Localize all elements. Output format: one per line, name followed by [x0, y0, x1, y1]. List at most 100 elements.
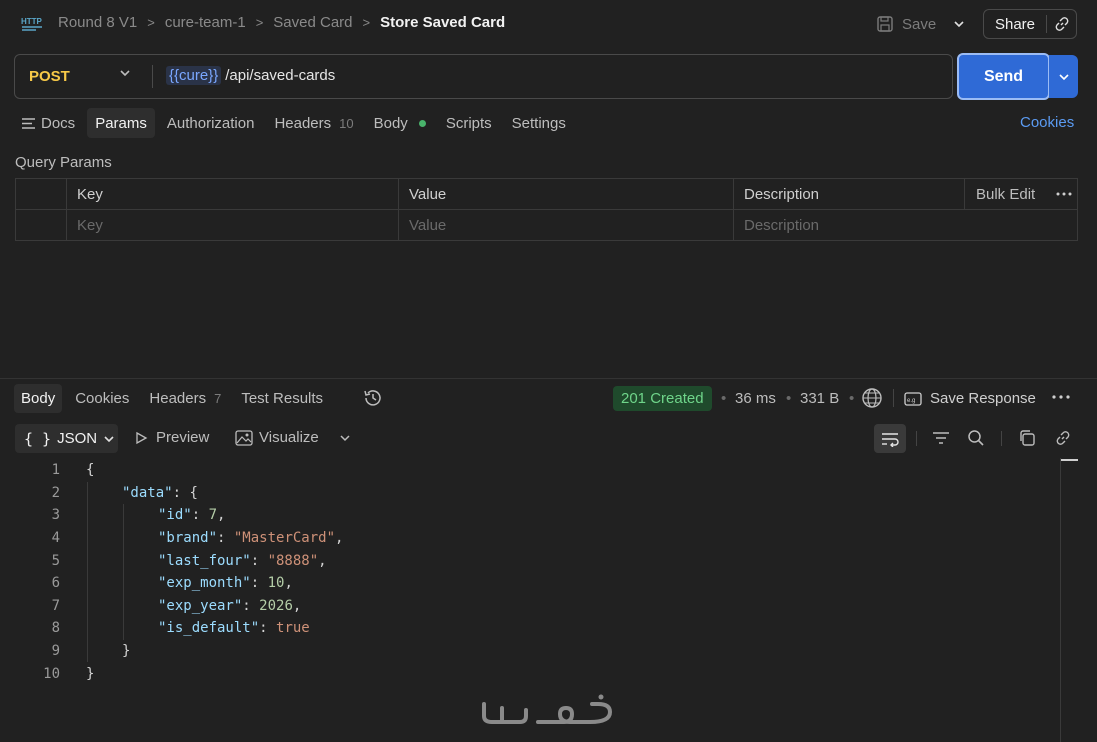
save-response-icon: e.g: [904, 391, 922, 407]
tab-authorization[interactable]: Authorization: [159, 108, 263, 138]
line-number: 7: [51, 597, 60, 614]
response-tabs: Body Cookies Headers 7 Test Results: [14, 384, 336, 413]
top-bar: HTTP Round 8 V1 > cure-team-1 > Saved Ca…: [0, 0, 1097, 48]
share-label: Share: [994, 15, 1036, 33]
send-button[interactable]: Send: [957, 53, 1050, 100]
tab-label: Headers: [149, 390, 207, 407]
more-options-icon[interactable]: [1052, 388, 1070, 406]
code-content: }: [86, 665, 95, 682]
tab-scripts[interactable]: Scripts: [438, 108, 500, 138]
save-options-button[interactable]: [948, 12, 970, 36]
line-number: 6: [51, 575, 60, 592]
scrollbar-thumb[interactable]: [1061, 459, 1078, 461]
code-content: "is_default": true: [158, 620, 310, 637]
visualize-label: Visualize: [259, 429, 319, 446]
column-header-key: Key: [66, 179, 399, 210]
request-title[interactable]: Store Saved Card: [380, 14, 505, 31]
search-icon[interactable]: [965, 427, 987, 449]
status-badge[interactable]: 201 Created: [613, 386, 712, 411]
globe-icon[interactable]: [861, 387, 883, 409]
code-content: "exp_year": 2026,: [158, 597, 302, 614]
code-content: "exp_month": 10,: [158, 575, 293, 592]
send-options-button[interactable]: [1049, 55, 1078, 98]
tab-label: Cookies: [75, 390, 130, 407]
code-content: "brand": "MasterCard",: [158, 530, 344, 547]
divider: [1001, 431, 1002, 446]
svg-text:HTTP: HTTP: [21, 17, 43, 26]
value-input[interactable]: Value: [398, 210, 733, 241]
tab-label: Body: [21, 390, 56, 407]
body-indicator-dot: [418, 119, 426, 127]
tab-settings[interactable]: Settings: [504, 108, 574, 138]
chevron-down-icon: [104, 435, 114, 442]
tab-label: Test Results: [241, 390, 324, 407]
table-header-row: Key Value Description Bulk Edit: [16, 179, 1077, 210]
chevron-down-icon: [954, 21, 964, 28]
chevron-right-icon: >: [255, 15, 264, 30]
copy-link-icon[interactable]: [1047, 16, 1076, 32]
http-request-icon: HTTP: [20, 12, 44, 34]
tab-params[interactable]: Params: [87, 108, 155, 138]
more-options-icon[interactable]: [1056, 186, 1072, 202]
tab-docs[interactable]: Docs: [14, 108, 83, 138]
method-select[interactable]: POST: [29, 68, 70, 85]
headers-count: 7: [214, 391, 222, 406]
url-variable[interactable]: {{cure}}: [166, 66, 222, 85]
line-number: 9: [51, 643, 60, 660]
svg-text:e.g: e.g: [907, 398, 915, 404]
preview-label: Preview: [156, 429, 210, 446]
tab-response-headers[interactable]: Headers 7: [142, 384, 228, 413]
filter-icon[interactable]: [930, 427, 952, 449]
description-input[interactable]: Description: [733, 210, 1077, 241]
visualize-button[interactable]: Visualize: [235, 429, 319, 446]
code-content: "id": 7,: [158, 507, 226, 524]
copy-icon[interactable]: [1016, 427, 1038, 449]
url-path: /api/saved-cards: [225, 67, 336, 84]
format-select[interactable]: { } JSON: [15, 424, 118, 453]
tab-test-results[interactable]: Test Results: [234, 384, 330, 413]
visualize-options-button[interactable]: [337, 429, 353, 447]
scrollbar-track[interactable]: [1060, 458, 1061, 742]
chevron-down-icon[interactable]: [119, 69, 131, 77]
link-icon[interactable]: [1052, 427, 1074, 449]
breadcrumb-item[interactable]: Saved Card: [273, 14, 352, 31]
query-params-title: Query Params: [15, 154, 112, 171]
tab-response-cookies[interactable]: Cookies: [68, 384, 136, 413]
save-button[interactable]: Save: [876, 12, 936, 36]
code-content: "data": {: [122, 484, 198, 501]
line-number: 2: [51, 484, 60, 501]
image-icon: [235, 429, 253, 446]
save-response-button[interactable]: e.g Save Response: [904, 390, 1036, 407]
tab-label: Headers: [274, 114, 332, 132]
history-icon[interactable]: [362, 387, 384, 409]
chevron-right-icon: >: [362, 15, 371, 30]
cookies-link[interactable]: Cookies: [1020, 114, 1074, 131]
tab-headers[interactable]: Headers 10: [266, 108, 361, 138]
share-button[interactable]: Share: [983, 9, 1077, 39]
preview-button[interactable]: Preview: [134, 429, 209, 446]
pane-divider[interactable]: [0, 378, 1097, 379]
response-time[interactable]: 36 ms: [735, 390, 776, 407]
play-icon: [136, 431, 148, 444]
tab-label: Authorization: [166, 114, 255, 132]
headers-count: 10: [339, 115, 354, 131]
key-input[interactable]: Key: [66, 210, 399, 241]
column-header-value: Value: [398, 179, 733, 210]
line-number: 5: [51, 552, 60, 569]
tab-label: Scripts: [445, 114, 492, 132]
divider: [916, 431, 917, 446]
tab-body[interactable]: Body: [366, 108, 434, 138]
wrap-lines-button[interactable]: [874, 424, 906, 453]
breadcrumb-item[interactable]: cure-team-1: [165, 14, 246, 31]
url-input[interactable]: {{cure}} /api/saved-cards: [166, 66, 335, 85]
tab-label: Params: [95, 114, 147, 132]
breadcrumb-item[interactable]: Round 8 V1: [58, 14, 137, 31]
code-content: }: [122, 643, 131, 660]
query-params-table: Key Value Description Bulk Edit Key Valu…: [15, 178, 1078, 241]
bulk-edit-button[interactable]: Bulk Edit: [976, 186, 1035, 203]
response-size[interactable]: 331 B: [800, 390, 839, 407]
separator-dot: •: [849, 390, 855, 407]
save-label: Save: [902, 15, 937, 33]
tab-response-body[interactable]: Body: [14, 384, 63, 413]
line-number: 1: [51, 462, 60, 479]
